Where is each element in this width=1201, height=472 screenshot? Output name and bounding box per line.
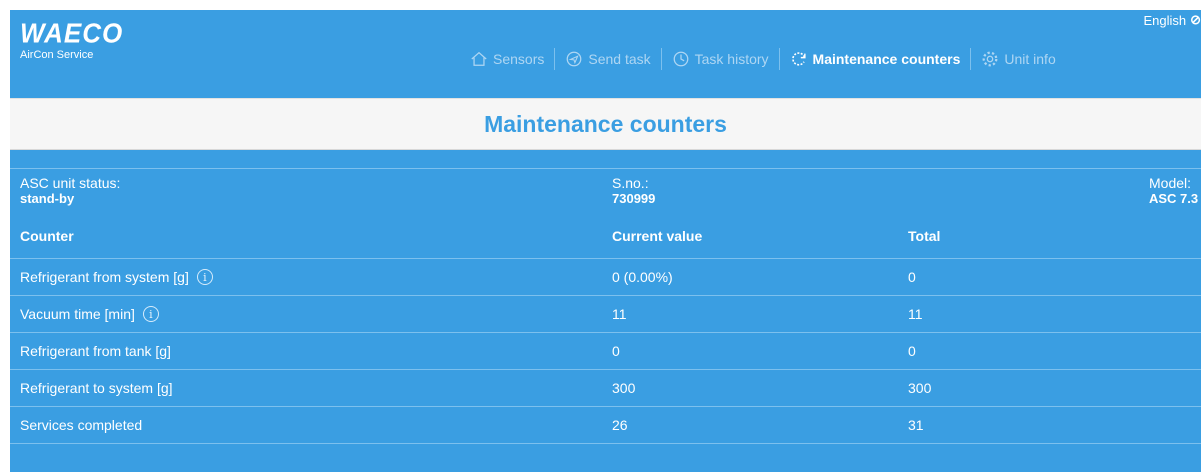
serial-number: S.no.: 730999 (612, 175, 655, 207)
nav-item-send-task[interactable]: Send task (555, 50, 660, 68)
header-counter: Counter (20, 227, 74, 244)
table-header-row: Counter Current value Total (10, 213, 1201, 258)
counter-cell: Services completed (20, 407, 142, 443)
nav-item-unit-info[interactable]: Unit info (971, 50, 1065, 68)
current-value-cell: 0 (612, 343, 620, 359)
serial-number-value: 730999 (612, 191, 656, 206)
model: Model: ASC 7.3 (1149, 175, 1198, 207)
current-value-cell: 300 (612, 380, 636, 396)
globe-icon: ⊘ (1190, 12, 1201, 27)
info-icon[interactable]: i (142, 306, 159, 322)
total-cell: 11 (908, 306, 923, 322)
total-cell: 300 (908, 380, 932, 396)
gear-icon (982, 51, 998, 67)
nav-label-unit-info: Unit info (1004, 51, 1056, 67)
send-icon (566, 51, 582, 67)
nav-label-send-task: Send task (588, 51, 651, 67)
page-title: Maintenance counters (484, 110, 727, 137)
table-row: Services completed 26 31 (10, 406, 1201, 444)
model-value: ASC 7.3 (1149, 191, 1199, 206)
app-window: WAECO AirCon Service English ⊘ Sensors S… (10, 10, 1201, 472)
counter-name: Services completed (20, 417, 143, 433)
counter-name: Refrigerant to system [g] (20, 380, 173, 396)
nav-label-task-history: Task history (694, 51, 769, 67)
serial-number-label: S.no.: (612, 175, 649, 191)
nav-item-maintenance-counters[interactable]: Maintenance counters (780, 50, 971, 68)
current-value-cell: 26 (612, 417, 628, 433)
table-row: Refrigerant from tank [g] 0 0 (10, 332, 1201, 369)
language-label: English (1143, 12, 1187, 28)
language-selector[interactable]: English ⊘ (1143, 12, 1201, 28)
unit-status: ASC unit status: stand-by (20, 175, 120, 207)
logo-subtitle: AirCon Service (20, 49, 94, 61)
house-icon (471, 51, 487, 66)
total-cell: 0 (908, 269, 916, 285)
model-label: Model: (1149, 175, 1192, 191)
brand-logo[interactable]: WAECO AirCon Service (20, 17, 124, 61)
nav-item-sensors[interactable]: Sensors (460, 50, 554, 68)
counters-table: Counter Current value Total Refrigerant … (10, 213, 1201, 444)
info-icon[interactable]: i (196, 269, 213, 285)
logo-text: WAECO (20, 17, 124, 49)
counter-cell: Refrigerant from tank [g] (20, 333, 171, 369)
header-total: Total (908, 227, 941, 244)
counter-name: Refrigerant from tank [g] (20, 343, 171, 359)
refresh-icon (791, 52, 806, 66)
header-current-value: Current value (612, 227, 703, 244)
page-title-bar: Maintenance counters (10, 98, 1201, 150)
current-value-cell: 11 (612, 306, 627, 322)
nav-label-maintenance-counters: Maintenance counters (812, 51, 961, 67)
counter-cell: Refrigerant from system [g] i (20, 259, 213, 295)
unit-status-label: ASC unit status: (20, 175, 121, 191)
nav-item-task-history[interactable]: Task history (662, 50, 779, 68)
total-cell: 0 (908, 343, 916, 359)
counter-cell: Vacuum time [min] i (20, 296, 159, 332)
counter-name: Refrigerant from system [g] (20, 269, 189, 285)
table-row: Refrigerant to system [g] 300 300 (10, 369, 1201, 406)
current-value-cell: 0 (0.00%) (612, 269, 673, 285)
table-row: Vacuum time [min] i 11 11 (10, 295, 1201, 332)
table-row: Refrigerant from system [g] i 0 (0.00%) … (10, 258, 1201, 295)
counter-name: Vacuum time [min] (20, 306, 135, 322)
nav-label-sensors: Sensors (493, 51, 545, 67)
history-icon (673, 51, 689, 67)
counter-cell: Refrigerant to system [g] (20, 370, 173, 406)
total-cell: 31 (908, 417, 924, 433)
top-nav: Sensors Send task Task history Maintenan… (460, 46, 1201, 72)
unit-status-bar: ASC unit status: stand-by S.no.: 730999 … (10, 168, 1201, 217)
unit-status-value: stand-by (20, 191, 75, 206)
